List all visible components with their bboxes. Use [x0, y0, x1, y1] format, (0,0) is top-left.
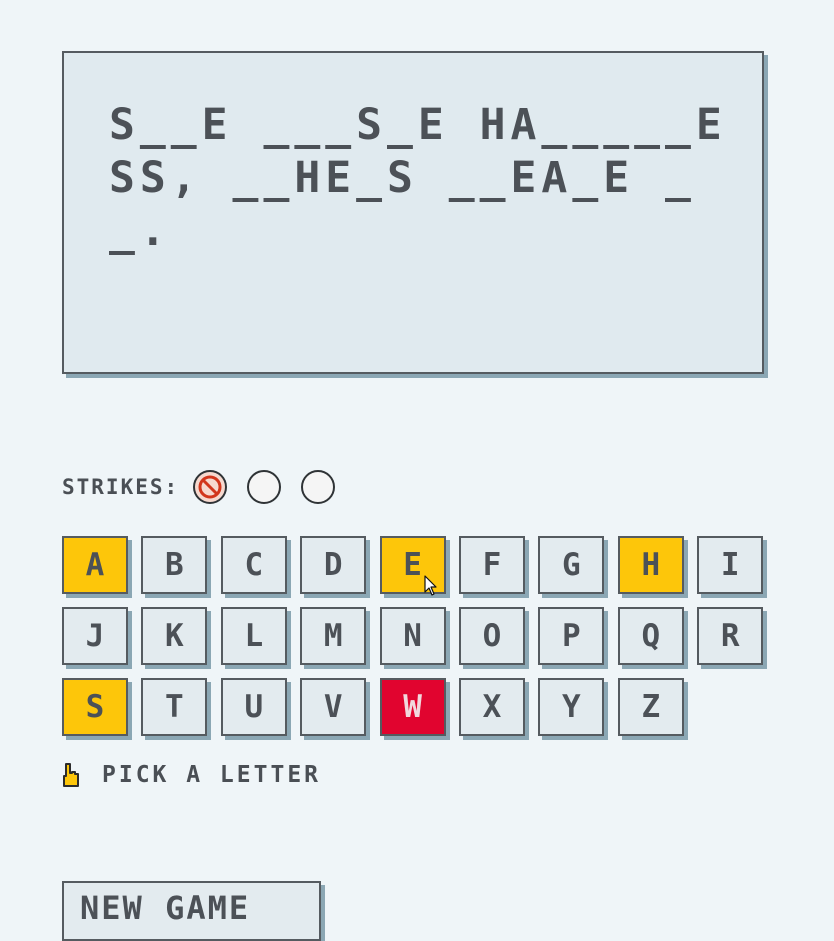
- letter-key-g[interactable]: G: [538, 536, 605, 594]
- letter-key-q[interactable]: Q: [617, 607, 684, 665]
- new-game-button[interactable]: NEW GAME: [62, 881, 321, 941]
- strike-empty-slot: [301, 470, 336, 504]
- letter-key-f[interactable]: F: [459, 536, 525, 594]
- letter-key-i[interactable]: I: [697, 536, 764, 594]
- letter-key-t[interactable]: T: [141, 678, 208, 736]
- letter-key-d[interactable]: D: [300, 536, 367, 594]
- letter-key-y[interactable]: Y: [538, 678, 605, 736]
- letter-key-n[interactable]: N: [379, 607, 446, 665]
- hint-text: PICK A LETTER: [102, 762, 322, 788]
- pointing-hand-icon: [63, 763, 79, 787]
- letter-key-v[interactable]: V: [300, 678, 367, 736]
- letter-key-b[interactable]: B: [141, 536, 208, 594]
- letter-key-x[interactable]: X: [459, 678, 525, 736]
- strikes-indicator: STRIKES:: [62, 468, 355, 506]
- letter-key-r[interactable]: R: [697, 607, 764, 665]
- strikes-label: STRIKES:: [62, 475, 180, 499]
- puzzle-panel: S__E ___S_E HA_____ESS, __HE_S __EA_E __…: [62, 51, 764, 374]
- hint: PICK A LETTER: [62, 760, 321, 790]
- letter-key-c[interactable]: C: [220, 536, 287, 594]
- strike-empty-slot: [247, 470, 282, 504]
- letter-key-u[interactable]: U: [220, 678, 287, 736]
- letter-key-z[interactable]: Z: [617, 678, 684, 736]
- strike-slots: [193, 470, 355, 504]
- mouse-cursor-icon: [424, 575, 437, 596]
- puzzle-phrase: S__E ___S_E HA_____ESS, __HE_S __EA_E __…: [109, 100, 727, 256]
- letter-key-w[interactable]: W: [379, 678, 446, 736]
- letter-key-h[interactable]: H: [617, 536, 684, 594]
- letter-key-k[interactable]: K: [141, 607, 208, 665]
- letter-key-s[interactable]: S: [62, 678, 128, 736]
- letter-key-l[interactable]: L: [220, 607, 287, 665]
- strike-used-icon: [193, 470, 228, 504]
- letter-key-j[interactable]: J: [62, 607, 128, 665]
- letter-key-p[interactable]: P: [538, 607, 605, 665]
- letter-key-m[interactable]: M: [300, 607, 367, 665]
- letter-key-o[interactable]: O: [459, 607, 525, 665]
- letter-key-a[interactable]: A: [62, 536, 128, 594]
